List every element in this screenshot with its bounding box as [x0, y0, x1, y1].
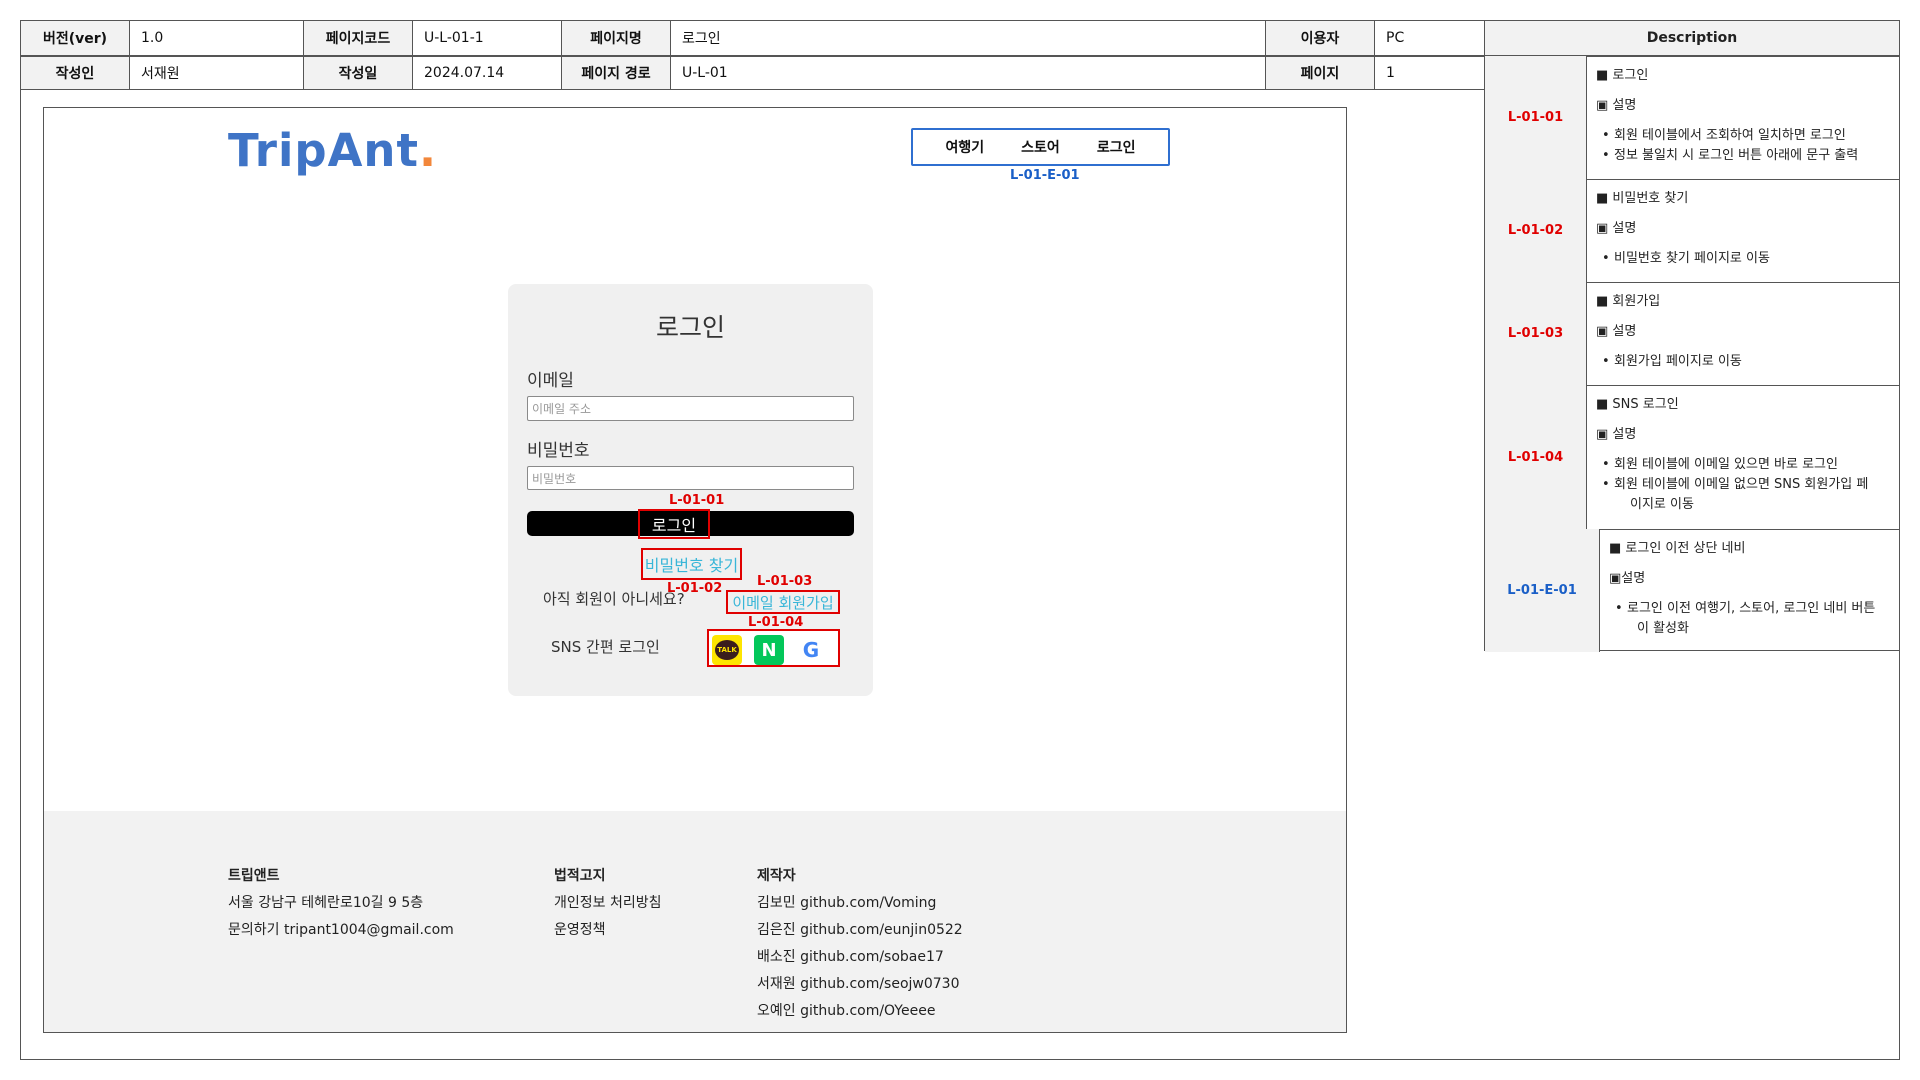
site-footer: 트립앤트 서울 강남구 테헤란로10길 9 5층 문의하기 tripant100… [44, 811, 1346, 1032]
password-label: 비밀번호 [527, 441, 590, 461]
description-panel: Description L-01-01 ■ 로그인 ▣ 설명 회원 테이블에서 … [1484, 20, 1900, 652]
description-heading: ■ 로그인 [1596, 68, 1649, 83]
naver-login-button[interactable]: N [754, 635, 784, 665]
description-bullet: 로그인 이전 여행기, 스토어, 로그인 네비 버튼 [1615, 599, 1889, 619]
description-row-l-01-e-01: L-01-E-01 ■ 로그인 이전 상단 네비 ▣설명 로그인 이전 여행기,… [1485, 529, 1899, 652]
description-sub: ▣ 설명 [1596, 98, 1637, 113]
logo-trip-text: Trip [228, 124, 328, 177]
page-code-label: 페이지코드 [303, 20, 413, 56]
version-label: 버전(ver) [20, 20, 130, 56]
email-signup-link[interactable]: 이메일 회원가입 [726, 590, 840, 614]
description-id: L-01-01 [1485, 56, 1587, 179]
description-id: L-01-02 [1485, 179, 1587, 282]
sns-marker: L-01-04 [748, 615, 804, 630]
footer-contact: 문의하기 tripant1004@gmail.com [228, 922, 454, 938]
description-row-l-01-04: L-01-04 ■ SNS 로그인 ▣ 설명 회원 테이블에 이메일 있으면 바… [1485, 385, 1899, 530]
description-heading: ■ 로그인 이전 상단 네비 [1609, 541, 1746, 556]
footer-company-title: 트립앤트 [228, 868, 280, 884]
footer-legal-title: 법적고지 [554, 868, 606, 884]
description-sub: ▣설명 [1609, 571, 1646, 586]
description-row-l-01-03: L-01-03 ■ 회원가입 ▣ 설명 회원가입 페이지로 이동 [1485, 282, 1899, 386]
top-nav: 여행기 스토어 로그인 [911, 128, 1170, 166]
logo-dot: . [418, 124, 438, 177]
email-placeholder: 이메일 주소 [532, 402, 592, 416]
footer-maker-5[interactable]: 오예인 github.com/OYeeee [757, 998, 935, 1025]
signup-marker: L-01-03 [757, 574, 813, 589]
description-heading: ■ SNS 로그인 [1596, 397, 1679, 412]
footer-privacy-link[interactable]: 개인정보 처리방침 [554, 890, 662, 917]
page-name-label: 페이지명 [561, 20, 671, 56]
description-bullet-continuation: 이 활성화 [1637, 621, 1689, 636]
footer-address: 서울 강남구 테헤란로10길 9 5층 [228, 895, 424, 911]
description-row-l-01-01: L-01-01 ■ 로그인 ▣ 설명 회원 테이블에서 조회하여 일치하면 로그… [1485, 56, 1899, 180]
email-input[interactable]: 이메일 주소 [527, 396, 854, 421]
nav-item-travelogue[interactable]: 여행기 [946, 137, 985, 157]
sns-buttons-group: TALK N G [707, 629, 840, 667]
sns-login-label: SNS 간편 로그인 [551, 638, 660, 656]
login-button-label: 로그인 [638, 509, 710, 539]
description-bullet: 회원 테이블에 이메일 없으면 SNS 회원가입 페 [1602, 475, 1889, 495]
description-id: L-01-03 [1485, 282, 1587, 385]
tripant-logo[interactable]: TripAnt. [228, 128, 437, 173]
description-sub: ▣ 설명 [1596, 221, 1637, 236]
description-bullet: 정보 불일치 시 로그인 버튼 아래에 문구 출력 [1602, 146, 1889, 166]
nav-item-store[interactable]: 스토어 [1021, 137, 1060, 157]
description-bullet: 비밀번호 찾기 페이지로 이동 [1602, 249, 1889, 269]
user-label: 이용자 [1265, 20, 1375, 56]
description-bullet: 회원가입 페이지로 이동 [1602, 352, 1889, 372]
footer-maker-3[interactable]: 배소진 github.com/sobae17 [757, 944, 944, 971]
footer-makers-title: 제작자 [757, 868, 796, 884]
page-name-value: 로그인 [670, 20, 1266, 56]
description-id: L-01-04 [1485, 385, 1587, 529]
footer-maker-2[interactable]: 김은진 github.com/eunjin0522 [757, 917, 963, 944]
description-id: L-01-E-01 [1485, 529, 1600, 652]
description-sub: ▣ 설명 [1596, 427, 1637, 442]
version-value: 1.0 [129, 20, 304, 56]
password-placeholder: 비밀번호 [532, 471, 577, 486]
logo-ant-text: Ant [327, 124, 419, 177]
kakao-talk-icon: TALK [715, 640, 739, 660]
user-value: PC [1374, 20, 1485, 56]
description-heading: ■ 비밀번호 찾기 [1596, 191, 1689, 206]
kakao-login-button[interactable]: TALK [712, 635, 742, 665]
page-code-value: U-L-01-1 [412, 20, 562, 56]
description-bullet: 회원 테이블에서 조회하여 일치하면 로그인 [1602, 126, 1889, 146]
nav-item-login[interactable]: 로그인 [1097, 137, 1136, 157]
login-page-screen: TripAnt. 여행기 스토어 로그인 L-01-E-01 로그인 이메일 이… [43, 107, 1347, 1033]
description-heading: ■ 회원가입 [1596, 294, 1661, 309]
login-title: 로그인 [655, 313, 725, 342]
footer-policy-link[interactable]: 운영정책 [554, 917, 606, 944]
naver-n-icon: N [761, 639, 777, 661]
login-marker: L-01-01 [669, 493, 725, 508]
find-password-link[interactable]: 비밀번호 찾기 [641, 548, 742, 580]
description-bullet-continuation: 이지로 이동 [1630, 497, 1694, 512]
description-sub: ▣ 설명 [1596, 324, 1637, 339]
nav-marker: L-01-E-01 [1010, 168, 1080, 183]
description-bullet: 회원 테이블에 이메일 있으면 바로 로그인 [1602, 455, 1889, 475]
login-card: 로그인 이메일 이메일 주소 비밀번호 비밀번호 L-01-01 로그인 비밀번… [508, 284, 873, 696]
google-g-icon: G [802, 638, 820, 662]
footer-maker-1[interactable]: 김보민 github.com/Voming [757, 890, 936, 917]
password-input[interactable]: 비밀번호 [527, 466, 854, 490]
footer-maker-4[interactable]: 서재원 github.com/seojw0730 [757, 971, 960, 998]
google-login-button[interactable]: G [796, 635, 826, 665]
email-label: 이메일 [527, 371, 574, 391]
description-row-l-01-02: L-01-02 ■ 비밀번호 찾기 ▣ 설명 비밀번호 찾기 페이지로 이동 [1485, 179, 1899, 283]
not-member-text: 아직 회원이 아니세요? [543, 590, 685, 608]
description-title: Description [1485, 21, 1899, 56]
